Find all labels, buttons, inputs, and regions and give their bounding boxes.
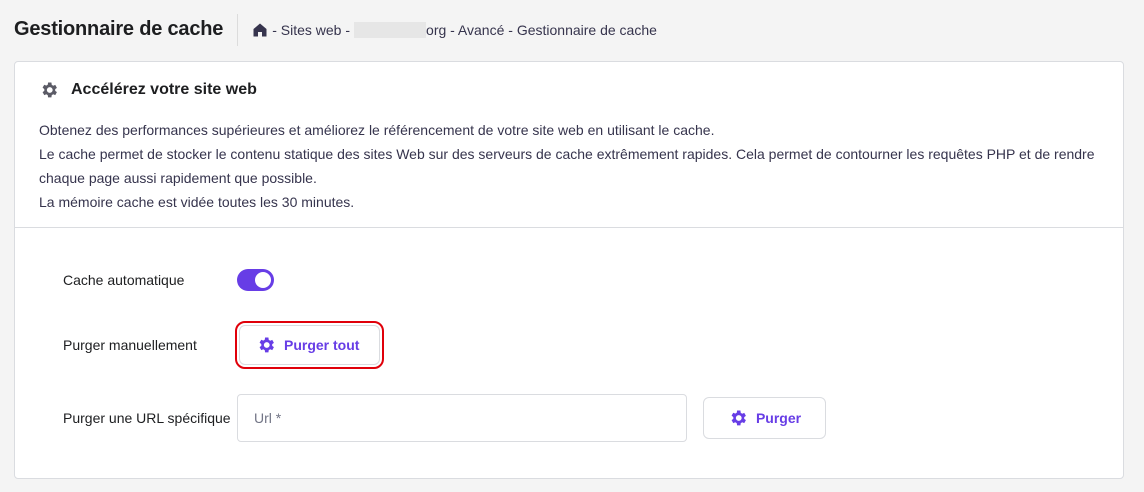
purge-url-button[interactable]: Purger — [703, 397, 826, 439]
gear-icon — [731, 410, 746, 426]
home-icon[interactable] — [252, 22, 268, 38]
page-title: Gestionnaire de cache — [14, 14, 239, 46]
manual-purge-label: Purger manuellement — [63, 337, 197, 353]
breadcrumb-rest: org - Avancé - Gestionnaire de cache — [426, 22, 657, 38]
card-description: Obtenez des performances supérieures et … — [39, 118, 1099, 214]
auto-cache-toggle[interactable] — [237, 269, 274, 291]
redacted-domain — [354, 22, 427, 38]
breadcrumb: - Sites web - org - Avancé - Gestionnair… — [252, 22, 657, 38]
auto-cache-label: Cache automatique — [63, 272, 185, 288]
desc-line: Le cache permet de stocker le contenu st… — [39, 146, 1095, 186]
auto-cache-row: Cache automatique — [63, 269, 274, 291]
breadcrumb-sites[interactable]: - Sites web - — [272, 22, 350, 38]
manual-purge-row: Purger manuellement Purger tout — [63, 321, 385, 369]
gear-icon — [42, 82, 57, 98]
cache-card: Accélérez votre site web Obtenez des per… — [14, 61, 1124, 479]
url-purge-label: Purger une URL spécifique — [63, 410, 231, 426]
url-purge-row: Purger une URL spécifique Url * Purger — [63, 394, 826, 442]
desc-line: La mémoire cache est vidée toutes les 30… — [39, 194, 355, 210]
desc-line: Obtenez des performances supérieures et … — [39, 122, 715, 138]
gear-icon — [259, 337, 274, 353]
page-header: Gestionnaire de cache - Sites web - org … — [14, 14, 657, 46]
purge-all-button[interactable]: Purger tout — [234, 321, 385, 369]
url-input[interactable]: Url * — [237, 394, 687, 442]
purge-all-label: Purger tout — [284, 337, 360, 353]
purge-url-label: Purger — [755, 410, 802, 426]
card-title: Accélérez votre site web — [71, 81, 257, 98]
